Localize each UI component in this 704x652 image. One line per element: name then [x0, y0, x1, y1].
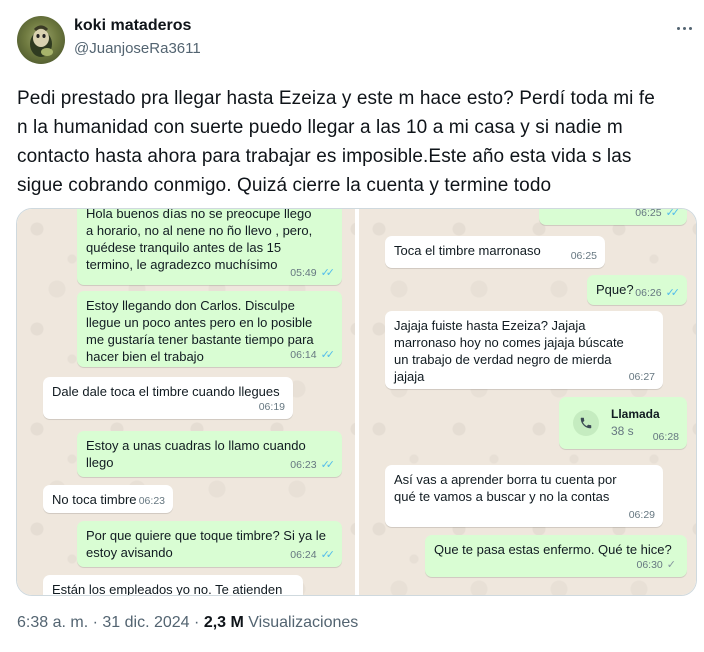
message-time: 06:28 [652, 431, 679, 443]
message-text: Toca el timbre marronaso [394, 243, 541, 258]
message-text: Así vas a aprender borra tu cuenta por q… [394, 472, 617, 504]
tweet-media[interactable]: Hola buenos días no se preocupe llego a … [16, 208, 697, 596]
chat-message-right-7: Que te pasa estas enfermo. Qué te hice? 0… [425, 535, 687, 577]
chat-message-left-2: Estoy llegando don Carlos. Disculpe lleg… [77, 291, 342, 367]
double-check-icon: ✓✓ [665, 209, 681, 219]
chat-message-left-5: No toca timbre 06:23 [43, 485, 173, 513]
double-check-icon: ✓✓ [320, 267, 336, 279]
chat-screenshot-left: Hola buenos días no se preocupe llego a … [17, 209, 355, 595]
more-icon [676, 26, 680, 30]
message-text: Que te pasa estas enfermo. Qué te hice? [434, 542, 672, 557]
views-label: Visualizaciones [248, 614, 359, 631]
message-meta: 06:29 [629, 507, 655, 524]
chat-message-right-2: Toca el timbre marronaso 06:25 [385, 236, 605, 268]
double-check-icon: ✓✓ [320, 459, 336, 471]
message-meta: 06:23 [139, 493, 165, 510]
message-time: 06:23 [138, 495, 165, 507]
message-meta: 06:30 ✓ [637, 557, 680, 574]
message-time: 05:49 [290, 267, 317, 279]
message-time: 06:14 [290, 349, 317, 361]
more-icon-dot [688, 26, 692, 30]
message-time: 06:29 [628, 509, 655, 521]
message-text: Jajaja fuiste hasta Ezeiza? Jajaja marro… [394, 318, 624, 384]
chat-message-left-3: Dale dale toca el timbre cuando llegues 0… [43, 377, 293, 419]
more-icon-dot [682, 26, 686, 30]
message-time: 06:25 [570, 250, 597, 262]
phone-call-icon [573, 410, 599, 436]
message-text: Están los empleados yo no. Te atienden [52, 582, 283, 595]
message-time: 06:24 [290, 549, 317, 561]
double-check-icon: ✓✓ [320, 549, 336, 561]
tweet-footer: 6:38 a. m. · 31 dic. 2024 · 2,3 M Visual… [17, 614, 358, 632]
display-name[interactable]: koki mataderos [74, 17, 191, 35]
message-meta: 06:25 ✓✓ [635, 209, 681, 222]
views-count: 2,3 M [203, 614, 244, 631]
chat-message-left-1: Hola buenos días no se preocupe llego a … [77, 209, 342, 285]
user-handle[interactable]: @JuanjoseRa3611 [74, 40, 201, 57]
double-check-icon: ✓✓ [320, 349, 336, 361]
message-meta: 05:49 ✓✓ [290, 265, 336, 282]
separator: · [194, 614, 200, 631]
message-time: 06:27 [628, 371, 655, 383]
message-meta: 06:27 [629, 369, 655, 386]
message-meta: 06:24 ✓✓ [290, 547, 336, 564]
message-meta: 06:19 [259, 399, 285, 416]
chat-message-left-6: Por que quiere que toque timbre? Si ya l… [77, 521, 342, 567]
chat-message-right-3: Pque? 06:26 ✓✓ [587, 275, 687, 305]
chat-message-right-5: Llamada 38 s 06:28 [559, 397, 687, 449]
message-meta: 06:23 ✓✓ [290, 457, 336, 474]
tweet-date[interactable]: 31 dic. 2024 [102, 614, 189, 631]
message-time: 06:19 [258, 401, 285, 413]
message-time: 06:26 [635, 287, 662, 299]
tweet-time[interactable]: 6:38 a. m. [17, 614, 88, 631]
message-meta: 06:26 ✓✓ [635, 285, 681, 302]
avatar-image [30, 25, 53, 57]
chat-message-left-4: Estoy a unas cuadras lo llamo cuando lle… [77, 431, 342, 477]
chat-message-right-4: Jajaja fuiste hasta Ezeiza? Jajaja marro… [385, 311, 663, 389]
separator: · [92, 614, 98, 631]
more-options-button[interactable] [672, 18, 696, 38]
chat-message-right-6: Así vas a aprender borra tu cuenta por q… [385, 465, 663, 527]
message-meta: 06:14 ✓✓ [290, 347, 336, 364]
message-text: Hola buenos días no se preocupe llego a … [86, 209, 313, 272]
message-text: Dale dale toca el timbre cuando llegues [52, 384, 280, 399]
tweet: koki mataderos @JuanjoseRa3611 Pedi pres… [0, 0, 704, 652]
message-meta: 06:28 [653, 429, 679, 446]
call-label: Llamada [611, 407, 660, 421]
chat-message-right-1: 06:25 ✓✓ [539, 209, 687, 225]
avatar[interactable] [17, 16, 65, 64]
message-meta: 06:25 [571, 248, 597, 265]
tweet-text: Pedi prestado pra llegar hasta Ezeiza y … [17, 88, 655, 196]
single-check-icon: ✓ [666, 559, 676, 571]
double-check-icon: ✓✓ [665, 287, 681, 299]
chat-message-left-7: Están los empleados yo no. Te atienden [43, 575, 303, 595]
message-time: 06:25 [635, 209, 662, 219]
message-time: 06:30 [636, 559, 663, 571]
chat-screenshot-right: 06:25 ✓✓ Toca el timbre marronaso 06:25 Pque… [359, 209, 696, 595]
message-time: 06:23 [290, 459, 317, 471]
